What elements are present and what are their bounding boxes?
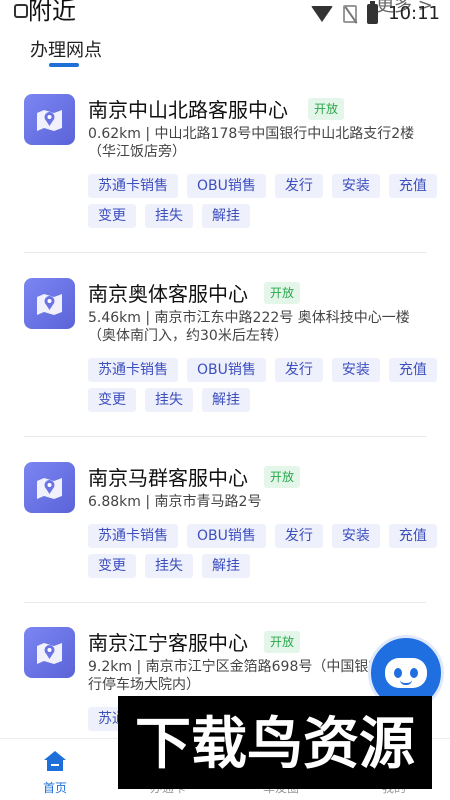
service-tag[interactable]: 发行 [274,358,323,382]
service-tag[interactable]: 充值 [388,524,437,548]
service-tags: 变更 挂失 解挂 [88,388,250,412]
home-icon [44,751,66,771]
watermark-logo: 下载鸟资源 [135,712,415,777]
service-tag[interactable]: 安装 [331,524,380,548]
service-tags: 苏通卡销售 OBU销售 发行 安装 充值 [88,524,437,548]
station-address: 6.88km | 南京市青马路2号 [88,494,262,510]
map-location-icon [24,94,75,145]
service-tag[interactable]: 挂失 [145,388,193,412]
service-tag[interactable]: 解挂 [202,554,250,578]
station-name: 南京马群客服中心 [88,466,248,490]
station-name: 南京奥体客服中心 [88,282,248,306]
watermark: 下载鸟资源 [118,696,432,789]
service-tag[interactable]: 解挂 [202,388,250,412]
divider [24,252,426,253]
section-title: 办理网点 [30,40,102,61]
service-tag[interactable]: 变更 [88,204,136,228]
shield-icon [14,4,28,18]
nav-item-home[interactable]: 首页 [0,739,110,800]
robot-mouth [400,680,412,685]
no-sim-icon [343,4,358,23]
service-tag[interactable]: OBU销售 [187,174,266,198]
service-tag[interactable]: 安装 [331,358,380,382]
status-badge: 开放 [264,466,301,488]
service-tag[interactable]: 挂失 [145,204,193,228]
service-tag[interactable]: 挂失 [145,554,193,578]
robot-face-icon [385,658,427,688]
map-location-icon [24,462,75,513]
station-name: 南京中山北路客服中心 [88,98,288,122]
service-tag[interactable]: OBU销售 [187,358,266,382]
service-tags: 苏通卡销售 OBU销售 发行 安装 充值 [88,174,437,198]
service-tag[interactable]: 发行 [274,174,323,198]
status-right: 10:11 [311,0,440,24]
service-tags: 变更 挂失 解挂 [88,204,250,228]
clock: 10:11 [388,3,440,24]
service-tag[interactable]: 变更 [88,554,136,578]
watermark-text: 下载鸟资源 [135,712,415,777]
section-underline [49,63,79,67]
status-badge: 开放 [308,98,345,120]
service-tag[interactable]: 苏通卡销售 [88,524,178,548]
service-tag[interactable]: 变更 [88,388,136,412]
service-tags: 变更 挂失 解挂 [88,554,250,578]
status-badge: 开放 [264,282,301,304]
status-bar: 附近 更多 > 10:11 [0,0,450,30]
status-left [14,4,28,18]
divider [24,602,426,603]
nav-label: 首页 [42,781,67,795]
service-tag[interactable]: 充值 [388,358,437,382]
status-badge: 开放 [264,631,301,653]
station-address: 5.46km | 南京市江东中路222号 奥体科技中心一楼（奥体南门入，约30米… [88,310,410,344]
service-tag[interactable]: 苏通卡销售 [88,174,178,198]
station-address: 0.62km | 中山北路178号中国银行中山北路支行2楼（华江饭店旁） [88,126,415,160]
map-location-icon [24,627,75,678]
page-title: 附近 [28,0,76,25]
divider [24,436,426,437]
robot-eye [394,668,402,678]
station-name: 南京江宁客服中心 [88,631,248,655]
map-location-icon [24,278,75,329]
service-tag[interactable]: 充值 [388,174,437,198]
service-tag[interactable]: OBU销售 [187,524,266,548]
robot-eye [410,668,418,678]
wifi-icon [311,5,334,22]
service-tags: 苏通卡销售 OBU销售 发行 安装 充值 [88,358,437,382]
service-tag[interactable]: 发行 [274,524,323,548]
battery-icon [367,0,379,24]
service-tag[interactable]: 苏通卡销售 [88,358,178,382]
service-tag[interactable]: 解挂 [202,204,250,228]
service-tag[interactable]: 安装 [331,174,380,198]
